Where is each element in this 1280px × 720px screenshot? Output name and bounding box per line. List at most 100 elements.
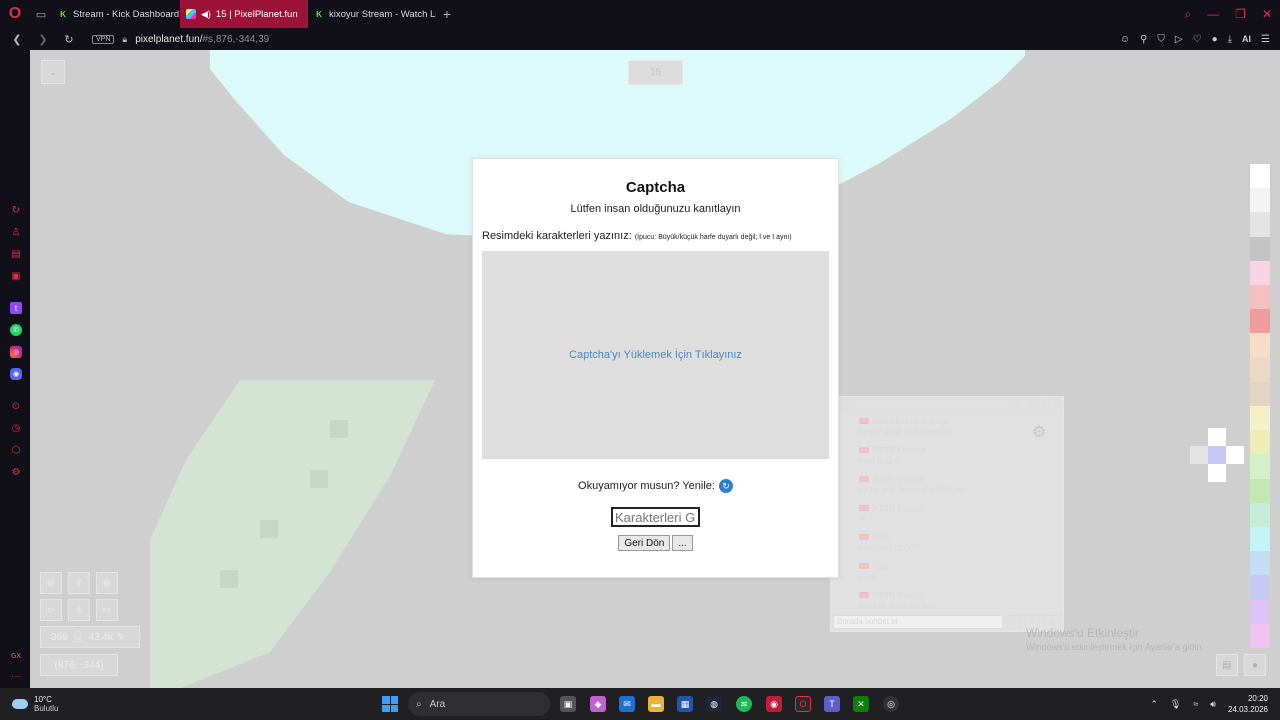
- zoom-out-button[interactable]: ⊖: [40, 572, 62, 594]
- settings-icon[interactable]: ⚙: [10, 466, 22, 478]
- color-palette[interactable]: [1250, 164, 1270, 649]
- maximize-button[interactable]: ❐: [1235, 7, 1246, 21]
- pin-icon[interactable]: ⚲: [1140, 34, 1147, 45]
- palette-color-swatch[interactable]: [1250, 454, 1270, 479]
- file-explorer-icon[interactable]: ▬: [648, 696, 664, 712]
- clock[interactable]: 20:20 24.03.2026: [1228, 693, 1268, 715]
- attach-icon[interactable]: ⎘: [1007, 615, 1021, 629]
- gx-logo-icon[interactable]: GX: [10, 650, 22, 662]
- play-icon[interactable]: ▷: [1175, 34, 1183, 45]
- outlook-icon[interactable]: ✉: [619, 696, 635, 712]
- volume-icon[interactable]: 🔊︎: [1210, 699, 1216, 710]
- start-button[interactable]: [382, 696, 398, 712]
- new-tab-button[interactable]: +: [436, 0, 458, 28]
- minimize-button[interactable]: —: [1207, 7, 1219, 21]
- move-up-button[interactable]: ⇧: [68, 572, 90, 594]
- move-right-button[interactable]: ⇨: [96, 599, 118, 621]
- palette-color-swatch[interactable]: [1250, 212, 1270, 237]
- chat-close-button[interactable]: ✕: [1048, 399, 1060, 411]
- palette-color-swatch[interactable]: [1250, 357, 1270, 382]
- twitch-icon[interactable]: t: [10, 302, 22, 314]
- history-icon[interactable]: ◷: [10, 422, 22, 434]
- move-left-button[interactable]: ⇦: [40, 599, 62, 621]
- forward-button[interactable]: ❯: [34, 33, 52, 46]
- download-icon[interactable]: ⤓: [1228, 34, 1232, 45]
- palette-color-swatch[interactable]: [1250, 599, 1270, 624]
- heart-icon[interactable]: ♡: [1193, 34, 1202, 45]
- workspaces-icon[interactable]: ▭: [30, 0, 52, 28]
- news-icon[interactable]: ▤: [10, 248, 22, 260]
- steam-icon[interactable]: ◍: [706, 696, 722, 712]
- back-button[interactable]: Geri Dön: [618, 535, 671, 551]
- xbox-icon[interactable]: ✕: [853, 696, 869, 712]
- close-button[interactable]: ✕: [1262, 7, 1272, 21]
- chat-channel-select[interactable]: Sohbet - Channel: tr: [849, 399, 1015, 411]
- palette-color-swatch[interactable]: [1250, 575, 1270, 600]
- help-button[interactable]: ●: [1244, 654, 1266, 676]
- captcha-input[interactable]: [611, 507, 700, 527]
- tab-kick-dashboard[interactable]: K Stream - Kick Dashboard: [52, 0, 180, 28]
- microphone-icon[interactable]: 🎙︎: [1170, 699, 1181, 710]
- vpn-badge[interactable]: VPN: [92, 34, 115, 44]
- palette-color-swatch[interactable]: [1250, 285, 1270, 310]
- palette-color-swatch[interactable]: [1250, 164, 1270, 189]
- messenger-icon[interactable]: ▣: [10, 270, 22, 282]
- menu-icon[interactable]: ☰: [1261, 34, 1270, 45]
- coordinates-display[interactable]: (876, -344): [40, 654, 118, 676]
- palette-color-swatch[interactable]: [1250, 406, 1270, 431]
- weather-widget[interactable]: 10°C Bulutlu: [12, 688, 58, 720]
- chat-messages[interactable]: 20:19:51 [RB] LİDERİ Sokağı birşey değil y…: [831, 413, 1063, 616]
- palette-color-swatch[interactable]: [1250, 260, 1270, 286]
- copilot-icon[interactable]: ◆: [590, 696, 606, 712]
- extensions-icon[interactable]: ⬡: [10, 444, 22, 456]
- captcha-load-link[interactable]: Captcha'yı Yüklemek İçin Tıklayınız: [569, 349, 742, 361]
- tray-expand-icon[interactable]: ⌃: [1150, 699, 1158, 710]
- chat-input[interactable]: Burada sohbet et: [833, 615, 1003, 629]
- shield-icon[interactable]: ⛉: [1157, 34, 1165, 45]
- tab-pixelplanet[interactable]: ◀) 15 | PixelPlanet.fun: [180, 0, 308, 28]
- chat-window[interactable]: ‹ Sohbet - Channel: tr ▭ ↥ ✕ 20:19:51 [RB…: [830, 396, 1064, 632]
- player-icon[interactable]: ⊙: [10, 400, 22, 412]
- chat-popout-button[interactable]: ▭: [1018, 399, 1030, 411]
- palette-color-swatch[interactable]: [1250, 333, 1270, 358]
- palette-color-swatch[interactable]: [1250, 527, 1270, 552]
- search-icon[interactable]: ⌕: [1184, 7, 1191, 22]
- wifi-icon[interactable]: ≈: [1193, 699, 1198, 709]
- profile-icon[interactable]: ●: [1212, 34, 1218, 45]
- zoom-in-button[interactable]: ⊕: [96, 572, 118, 594]
- tab-kixoyur-stream[interactable]: K kixoyur Stream - Watch Li: [308, 0, 436, 28]
- store-icon[interactable]: ▦: [677, 696, 693, 712]
- palette-color-swatch[interactable]: [1250, 478, 1270, 503]
- recorder-icon[interactable]: ◉: [766, 696, 782, 712]
- palette-color-swatch[interactable]: [1250, 502, 1270, 528]
- ai-button[interactable]: AI: [1242, 34, 1251, 44]
- opera-logo-icon[interactable]: O: [0, 0, 30, 28]
- reload-button[interactable]: ↻: [60, 33, 78, 46]
- palette-color-swatch[interactable]: [1250, 381, 1270, 407]
- gx-corner-icon[interactable]: ♙: [10, 226, 22, 238]
- more-icon[interactable]: ···: [10, 670, 22, 682]
- pixel-canvas[interactable]: ⌄ 15 ⊖ ⇧ ⊕ ⇦ ⇩ ⇨ 369 👤︎ 43.4k ✎ (876, -3…: [30, 50, 1280, 688]
- palette-color-swatch[interactable]: [1250, 551, 1270, 576]
- emoji-icon[interactable]: ☺: [1120, 34, 1130, 45]
- teams-icon[interactable]: T: [824, 696, 840, 712]
- lock-icon[interactable]: 🔒︎: [122, 34, 127, 45]
- whatsapp-icon[interactable]: ✆: [10, 324, 22, 336]
- chat-settings-icon[interactable]: ⚙: [1032, 422, 1046, 442]
- move-down-button[interactable]: ⇩: [68, 599, 90, 621]
- taskbar-search[interactable]: ⌕ Ara: [408, 692, 550, 716]
- menu-dropdown-button[interactable]: ⌄: [41, 60, 65, 84]
- aria-icon[interactable]: ↻: [10, 204, 22, 216]
- chat-toggle-button[interactable]: ▤: [1216, 654, 1238, 676]
- back-button[interactable]: ❮: [8, 33, 26, 46]
- discord-icon[interactable]: ◉: [10, 368, 22, 380]
- captcha-image-area[interactable]: Captcha'yı Yüklemek İçin Tıklayınız: [482, 251, 829, 459]
- chat-resize-button[interactable]: ↥: [1033, 399, 1045, 411]
- palette-color-swatch[interactable]: [1250, 188, 1270, 213]
- spotify-icon[interactable]: ≋: [736, 696, 752, 712]
- palette-color-swatch[interactable]: [1250, 623, 1270, 649]
- opera-gx-icon[interactable]: O: [795, 696, 811, 712]
- task-view-icon[interactable]: ▣: [560, 696, 576, 712]
- speaker-icon[interactable]: ◀): [201, 9, 211, 20]
- instagram-icon[interactable]: ◎: [10, 346, 22, 358]
